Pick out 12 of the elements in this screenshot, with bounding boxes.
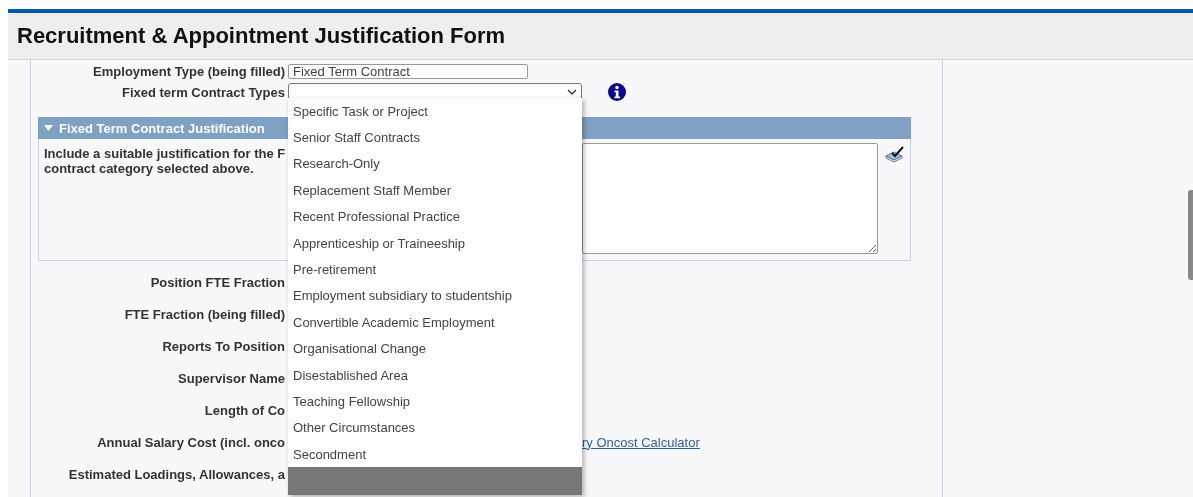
field-label: Supervisor Name — [177, 370, 286, 386]
field-label: Length of Co — [203, 402, 285, 418]
section-title: Fixed Term Contract Justification — [59, 120, 265, 136]
form-title: Recruitment & Appointment Justification Form — [17, 23, 506, 49]
instruction-text: Include a suitable justification for the F contract category selected above. — [44, 146, 286, 176]
field-label: Fixed term Contract Types — [120, 84, 286, 100]
field-label: Employment Type (being filled) — [92, 63, 286, 79]
field-label: Annual Salary Cost (incl. onco — [96, 434, 285, 450]
field-label: Estimated Loadings, Allowances, a — [67, 466, 285, 482]
field-label: Reports To Position — [161, 338, 286, 354]
field-label: Position FTE Fraction — [149, 274, 286, 290]
field-label: FTE Fraction (being filled) — [123, 306, 286, 322]
